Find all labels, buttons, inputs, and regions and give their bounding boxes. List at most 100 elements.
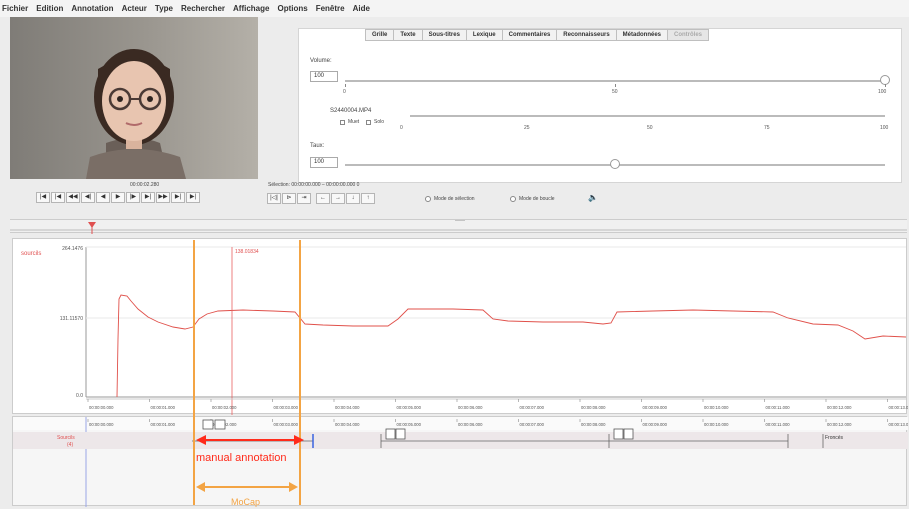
tier-count-label: (4) (67, 442, 73, 448)
mute-checkbox[interactable] (340, 120, 345, 125)
media-tick-label: 50 (647, 125, 653, 131)
ruler-graphic (10, 220, 907, 234)
selection-mode-label: Mode de sélection (434, 196, 475, 202)
volume-tick-label: 100 (878, 89, 887, 95)
series-label: sourcils (21, 251, 41, 257)
next-scrollview-button[interactable]: ▶| (171, 192, 185, 203)
tab-bar: Grille Texte Sous-titres Lexique Comment… (365, 29, 710, 41)
speaker-icon[interactable]: 🔈 (588, 193, 598, 202)
previous-second-button[interactable]: ◀◀ (66, 192, 80, 203)
selection-display: Sélection: 00:00:00.000 – 00:00:00.000 0 (268, 182, 360, 188)
tab-metadonnees[interactable]: Métadonnées (615, 29, 667, 41)
time-tick-label: 00:00:13.000 (889, 405, 909, 410)
time-tick-label: 00:00:07.000 (520, 405, 545, 410)
volume-tick (615, 84, 616, 87)
previous-pixel-button[interactable]: ◀ (96, 192, 110, 203)
selection-controls: |◁| ⊳ ⇥ ← → ↓ ↑ (267, 193, 376, 204)
time-tick-label: 00:00:04.000 (335, 422, 360, 427)
mute-label: Muet (348, 119, 360, 125)
media-volume-slider-track[interactable] (410, 115, 885, 117)
media-tick-label: 0 (400, 125, 403, 131)
previous-annotation-button[interactable]: ← (316, 193, 330, 204)
time-tick-label: 00:00:05.000 (397, 422, 422, 427)
rate-slider-thumb[interactable] (610, 159, 620, 169)
time-tick-label: 00:00:08.000 (581, 405, 606, 410)
media-file-label: S2440004.MP4 (330, 108, 372, 114)
time-tick-label: 00:00:11.000 (766, 422, 791, 427)
menu-options[interactable]: Options (277, 4, 307, 13)
time-tick-label: 00:00:12.000 (827, 405, 852, 410)
timeline-ruler[interactable] (10, 219, 907, 234)
go-to-end-button[interactable]: ▶| (186, 192, 200, 203)
time-tick-label: 00:00:08.000 (581, 422, 606, 427)
video-player[interactable] (10, 17, 258, 179)
clear-selection-button[interactable]: ⊳ (282, 193, 296, 204)
controls-panel (298, 28, 902, 183)
next-frame-button[interactable]: ▶| (141, 192, 155, 203)
volume-value-field[interactable]: 100 (310, 71, 338, 82)
menu-fichier[interactable]: Fichier (2, 4, 28, 13)
time-tick-label: 00:00:01.000 (151, 405, 176, 410)
time-tick-label: 00:00:02.000 (212, 405, 237, 410)
menu-type[interactable]: Type (155, 4, 173, 13)
menu-aide[interactable]: Aide (353, 4, 370, 13)
next-annotation-button[interactable]: → (331, 193, 345, 204)
menu-acteur[interactable]: Acteur (122, 4, 147, 13)
rate-value-field[interactable]: 100 (310, 157, 338, 168)
time-tick-label: 00:00:01.000 (151, 422, 176, 427)
go-to-begin-button[interactable]: |◀ (36, 192, 50, 203)
menu-affichage[interactable]: Affichage (233, 4, 269, 13)
previous-scrollview-button[interactable]: |◀ (51, 192, 65, 203)
timeseries-viewer[interactable]: sourcils 264.1476 131.11570 0.0 138.0183… (12, 238, 909, 415)
menu-edition[interactable]: Edition (36, 4, 63, 13)
previous-frame-button[interactable]: ◀| (81, 192, 95, 203)
time-tick-label: 00:00:00.000 (89, 422, 114, 427)
media-tick-label: 25 (524, 125, 530, 131)
plot-time-axis: 00:00:00.000 00:00:01.000 00:00:02.000 00:0… (87, 399, 909, 410)
tab-sous-titres[interactable]: Sous-titres (421, 29, 466, 41)
tier-viewer[interactable]: 00:00:00.00000:00:01.00000:00:02.00000:0… (12, 416, 908, 507)
play-button[interactable]: ▶ (111, 192, 125, 203)
tier-name-label: Sourcils (57, 435, 75, 441)
next-second-button[interactable]: ▶▶ (156, 192, 170, 203)
next-pixel-button[interactable]: |▶ (126, 192, 140, 203)
annotation-above-button[interactable]: ↑ (361, 193, 375, 204)
volume-tick-label: 0 (343, 89, 346, 95)
time-tick-label: 00:00:03.000 (274, 422, 299, 427)
volume-slider-track[interactable] (345, 80, 885, 82)
crosshair-value-label: 138.01834 (235, 249, 259, 255)
time-tick-label: 00:00:00.000 (89, 405, 114, 410)
selection-boundary-button[interactable]: ⇥ (297, 193, 311, 204)
y-mid-label: 131.11570 (60, 316, 83, 322)
tab-controles[interactable]: Contrôles (667, 29, 710, 41)
tab-lexique[interactable]: Lexique (465, 29, 502, 41)
volume-tick (345, 84, 346, 87)
selection-mode-checkbox[interactable] (425, 196, 431, 202)
tier-graphic: 00:00:00.00000:00:01.00000:00:02.00000:0… (13, 417, 908, 507)
menu-rechercher[interactable]: Rechercher (181, 4, 225, 13)
menu-fenetre[interactable]: Fenêtre (316, 4, 345, 13)
annotation-below-button[interactable]: ↓ (346, 193, 360, 204)
solo-checkbox[interactable] (366, 120, 371, 125)
y-max-label: 264.1476 (62, 246, 83, 252)
tab-grille[interactable]: Grille (365, 29, 394, 41)
time-tick-label: 00:00:06.000 (458, 422, 483, 427)
time-tick-label: 00:00:09.000 (643, 422, 668, 427)
tab-commentaires[interactable]: Commentaires (501, 29, 557, 41)
volume-label: Volume: (310, 58, 332, 64)
tab-texte[interactable]: Texte (393, 29, 422, 41)
current-time-display: 00:00:02.280 (130, 182, 160, 188)
signal-line (116, 294, 907, 398)
volume-tick-label: 50 (612, 89, 618, 95)
media-tick-label: 100 (880, 125, 889, 131)
menu-annotation[interactable]: Annotation (71, 4, 113, 13)
elan-window: Fichier Edition Annotation Acteur Type R… (0, 0, 909, 509)
loop-mode-checkbox[interactable] (510, 196, 516, 202)
video-person-image (86, 49, 186, 179)
play-selection-button[interactable]: |◁| (267, 193, 281, 204)
annotation-label: Froncés (825, 435, 844, 441)
tab-reconnaisseurs[interactable]: Reconnaisseurs (556, 29, 616, 41)
solo-label: Solo (374, 119, 385, 125)
media-tick-label: 75 (764, 125, 770, 131)
timeseries-plot: sourcils 264.1476 131.11570 0.0 138.0183… (21, 246, 909, 415)
